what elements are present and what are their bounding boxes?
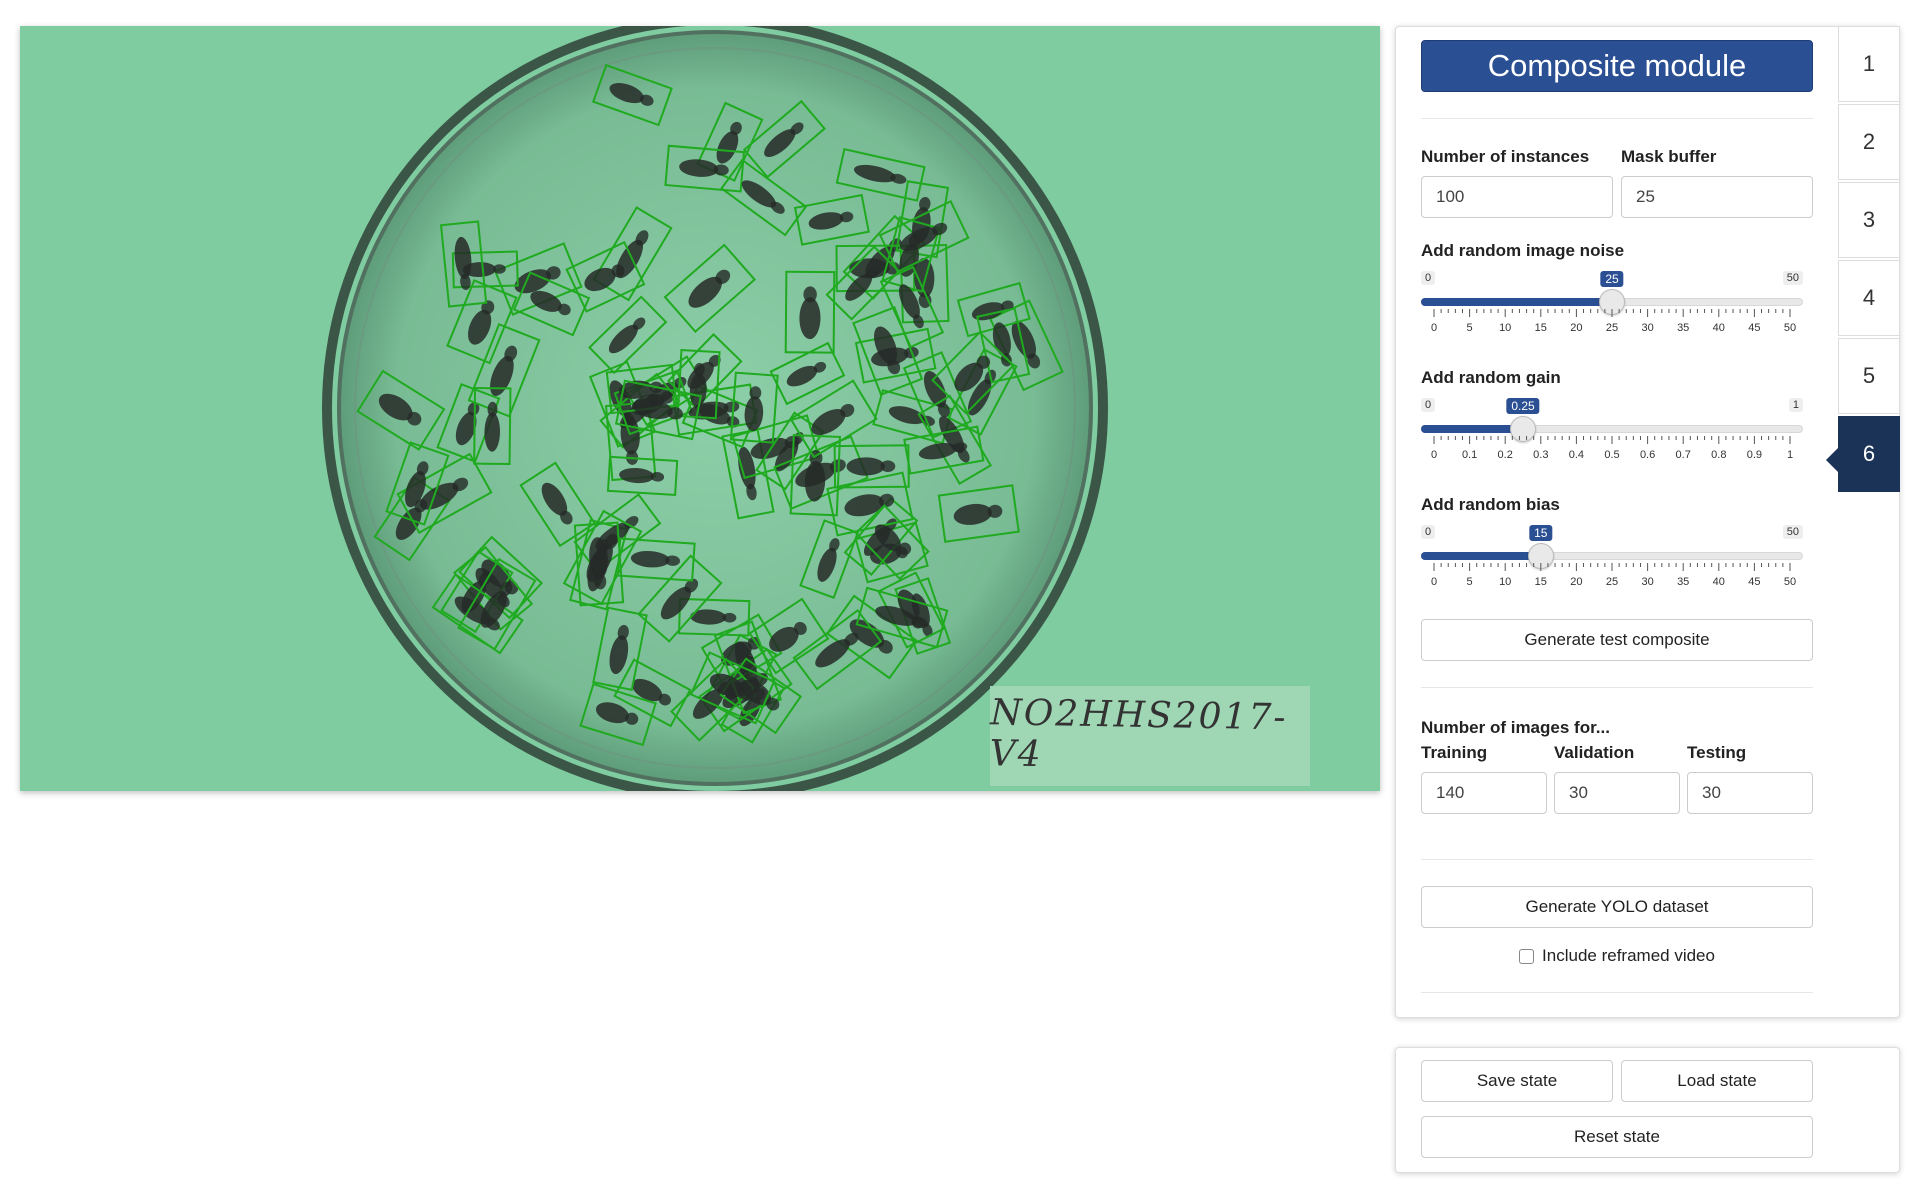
noise-tick-label: 10 [1499,322,1511,334]
noise-tick-label: 35 [1677,322,1689,334]
bias-tick-label: 35 [1677,576,1689,588]
gain-value-badge: 0.25 [1506,398,1540,414]
composite-module-title-button[interactable]: Composite module [1421,40,1813,92]
bias-tick-label: 10 [1499,576,1511,588]
gain-tick-label: 0.6 [1640,449,1655,461]
gain-tick-label: 0.1 [1462,449,1477,461]
save-state-button[interactable]: Save state [1421,1060,1613,1102]
noise-tick-label: 30 [1641,322,1653,334]
testing-input[interactable]: 30 [1687,772,1813,814]
gain-tick-label: 0.8 [1711,449,1726,461]
bias-value-badge: 15 [1529,525,1553,541]
bias-min-label: 0 [1421,525,1436,539]
tab-2[interactable]: 2 [1838,104,1900,180]
state-panel: Save state Load state Reset state [1395,1047,1900,1173]
generate-yolo-dataset-button[interactable]: Generate YOLO dataset [1421,886,1813,928]
load-state-button[interactable]: Load state [1621,1060,1813,1102]
bias-tick-label: 15 [1535,576,1547,588]
include-video-row[interactable]: Include reframed video [1421,946,1813,966]
noise-fill [1421,298,1612,306]
training-label: Training [1421,743,1488,762]
testing-label: Testing [1687,743,1747,762]
noise-tick-label: 40 [1713,322,1725,334]
gain-label: Add random gain [1421,368,1561,387]
bias-tick-label: 50 [1784,576,1796,588]
noise-max-label: 50 [1782,271,1803,285]
instances-input[interactable]: 100 [1421,176,1613,218]
bias-tick-label: 40 [1713,576,1725,588]
noise-slider[interactable]: 0 50 25 0 5 10 15 20 25 30 35 40 45 50 [1421,271,1803,341]
bias-max-label: 50 [1782,525,1803,539]
generate-test-composite-button[interactable]: Generate test composite [1421,619,1813,661]
bias-fill [1421,552,1541,560]
bias-tick-label: 5 [1467,576,1473,588]
instances-label: Number of instances [1421,147,1590,166]
tab-6[interactable]: 6 [1838,416,1900,492]
noise-tick-label: 45 [1748,322,1760,334]
gain-tick-label: 0.3 [1533,449,1548,461]
training-input[interactable]: 140 [1421,772,1547,814]
plate-label-text: NO2HHS2017-V4 [989,692,1288,776]
bias-tick-label: 0 [1431,576,1437,588]
gain-tick-label: 0.9 [1747,449,1762,461]
noise-ticks: 0 5 10 15 20 25 30 35 40 45 50 [1431,309,1796,334]
gain-slider[interactable]: 0 1 0.25 0 0.1 0.2 0.3 0.4 0.5 0.6 0.7 0.8 0.9 1 [1421,398,1803,468]
composite-image-viewer: NO2HHS2017-V4 [20,26,1380,791]
mask-buffer-input[interactable]: 25 [1621,176,1813,218]
divider [1421,118,1813,119]
include-video-label[interactable]: Include reframed video [1542,946,1715,966]
tab-3[interactable]: 3 [1838,182,1900,258]
reset-state-button[interactable]: Reset state [1421,1116,1813,1158]
composite-image [322,26,1108,791]
plate-label-card: NO2HHS2017-V4 [989,686,1310,786]
bias-tick-label: 45 [1748,576,1760,588]
tab-5[interactable]: 5 [1838,338,1900,414]
gain-tick-label: 1 [1787,449,1793,461]
gain-tick-label: 0.7 [1676,449,1691,461]
noise-tick-label: 15 [1535,322,1547,334]
divider [1421,687,1813,688]
divider [1421,992,1813,993]
validation-label: Validation [1554,743,1635,762]
gain-tick-label: 0.5 [1604,449,1619,461]
noise-value-badge: 25 [1600,271,1624,287]
gain-tick-label: 0.2 [1498,449,1513,461]
bias-ticks: 0 5 10 15 20 25 30 35 40 45 50 [1431,563,1796,588]
gain-tick-label: 0.4 [1569,449,1584,461]
include-video-checkbox[interactable] [1519,948,1535,964]
validation-input[interactable]: 30 [1554,772,1680,814]
active-tab-pointer [1826,448,1838,472]
noise-tick-label: 50 [1784,322,1796,334]
noise-tick-label: 25 [1606,322,1618,334]
composite-module-panel: Composite module Number of instances Mas… [1395,26,1900,1018]
bias-tick-label: 30 [1641,576,1653,588]
noise-tick-label: 5 [1467,322,1473,334]
bias-tick-label: 25 [1606,576,1618,588]
gain-tick-label: 0 [1431,449,1437,461]
noise-tick-label: 20 [1570,322,1582,334]
images-for-label: Number of images for... [1421,718,1610,737]
bias-slider[interactable]: 0 50 15 0 5 10 15 20 25 30 35 40 45 50 [1421,525,1803,595]
gain-ticks: 0 0.1 0.2 0.3 0.4 0.5 0.6 0.7 0.8 0.9 1 [1431,436,1793,461]
divider [1421,859,1813,860]
mask-buffer-label: Mask buffer [1621,147,1717,166]
bias-tick-label: 20 [1570,576,1582,588]
tab-1[interactable]: 1 [1838,26,1900,102]
gain-max-label: 1 [1788,398,1803,412]
gain-fill [1421,425,1523,433]
tab-4[interactable]: 4 [1838,260,1900,336]
gain-min-label: 0 [1421,398,1436,412]
bias-label: Add random bias [1421,495,1560,514]
noise-min-label: 0 [1421,271,1436,285]
noise-label: Add random image noise [1421,241,1625,260]
noise-tick-label: 0 [1431,322,1437,334]
